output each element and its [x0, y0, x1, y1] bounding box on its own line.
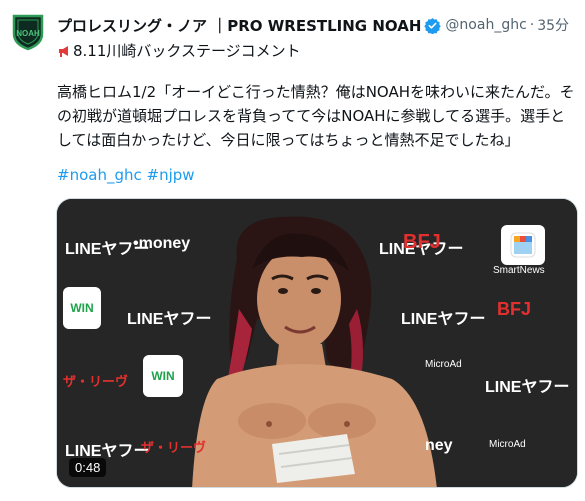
headline: 8.11川崎バックステージコメント — [57, 40, 301, 61]
video-duration: 0:48 — [69, 458, 107, 477]
sponsor-smartnews: SmartNews — [493, 265, 545, 276]
noah-logo-icon: NOAH — [12, 14, 44, 51]
smartnews-logo-icon — [501, 225, 545, 265]
sponsor-microad: MicroAd — [425, 359, 462, 370]
headline-text: 8.11川崎バックステージコメント — [73, 42, 301, 60]
win-logo: WIN — [63, 287, 101, 329]
tweet-body: 高橋ヒロム1/2「オーイどこ行った情熱？俺はNOAHを味わいに来たんだ。その初戦… — [57, 83, 575, 149]
sponsor-money: •money — [133, 235, 191, 252]
verified-badge-icon — [424, 17, 442, 34]
hashtags: #noah_ghc #njpw — [57, 166, 195, 184]
display-name[interactable]: プロレスリング・ノア ｜PRO WRESTLING NOAH — [57, 15, 421, 36]
winticket-logo-text: WIN — [151, 369, 175, 383]
hashtag-noah-ghc[interactable]: #noah_ghc — [57, 166, 142, 184]
sponsor-lineyahoo-4: LINEヤフー — [401, 311, 486, 328]
timestamp[interactable]: 35分 — [537, 15, 569, 35]
megaphone-icon — [57, 44, 71, 58]
sponsor-microad-2: MicroAd — [489, 439, 526, 450]
sponsor-bfj-2: BFJ — [497, 299, 532, 319]
video-player[interactable]: LINEヤフー •money LINEヤフー BFJ SmartNews WIN… — [56, 198, 578, 488]
sponsor-ney: ney — [425, 437, 453, 454]
hashtag-njpw[interactable]: #njpw — [147, 166, 195, 184]
winticket-logo: WIN — [143, 355, 183, 397]
handle[interactable]: @noah_ghc — [445, 17, 526, 33]
sponsor-zalea: ザ・リーヴ — [63, 374, 129, 389]
sponsor-lineyahoo-5: LINEヤフー — [485, 379, 570, 396]
avatar[interactable]: NOAH — [8, 12, 48, 52]
tweet[interactable]: NOAH プロレスリング・ノア ｜PRO WRESTLING NOAH @noa… — [0, 0, 585, 501]
separator-dot: · — [529, 17, 535, 33]
tweet-header: プロレスリング・ノア ｜PRO WRESTLING NOAH @noah_ghc… — [57, 14, 577, 36]
sponsor-bfj: BFJ — [403, 231, 441, 253]
win-logo-text: WIN — [70, 301, 94, 315]
sponsor-lineyahoo-3: LINEヤフー — [127, 311, 212, 328]
svg-text:NOAH: NOAH — [16, 29, 40, 38]
sponsor-zalea-2: ザ・リーヴ — [141, 440, 207, 455]
